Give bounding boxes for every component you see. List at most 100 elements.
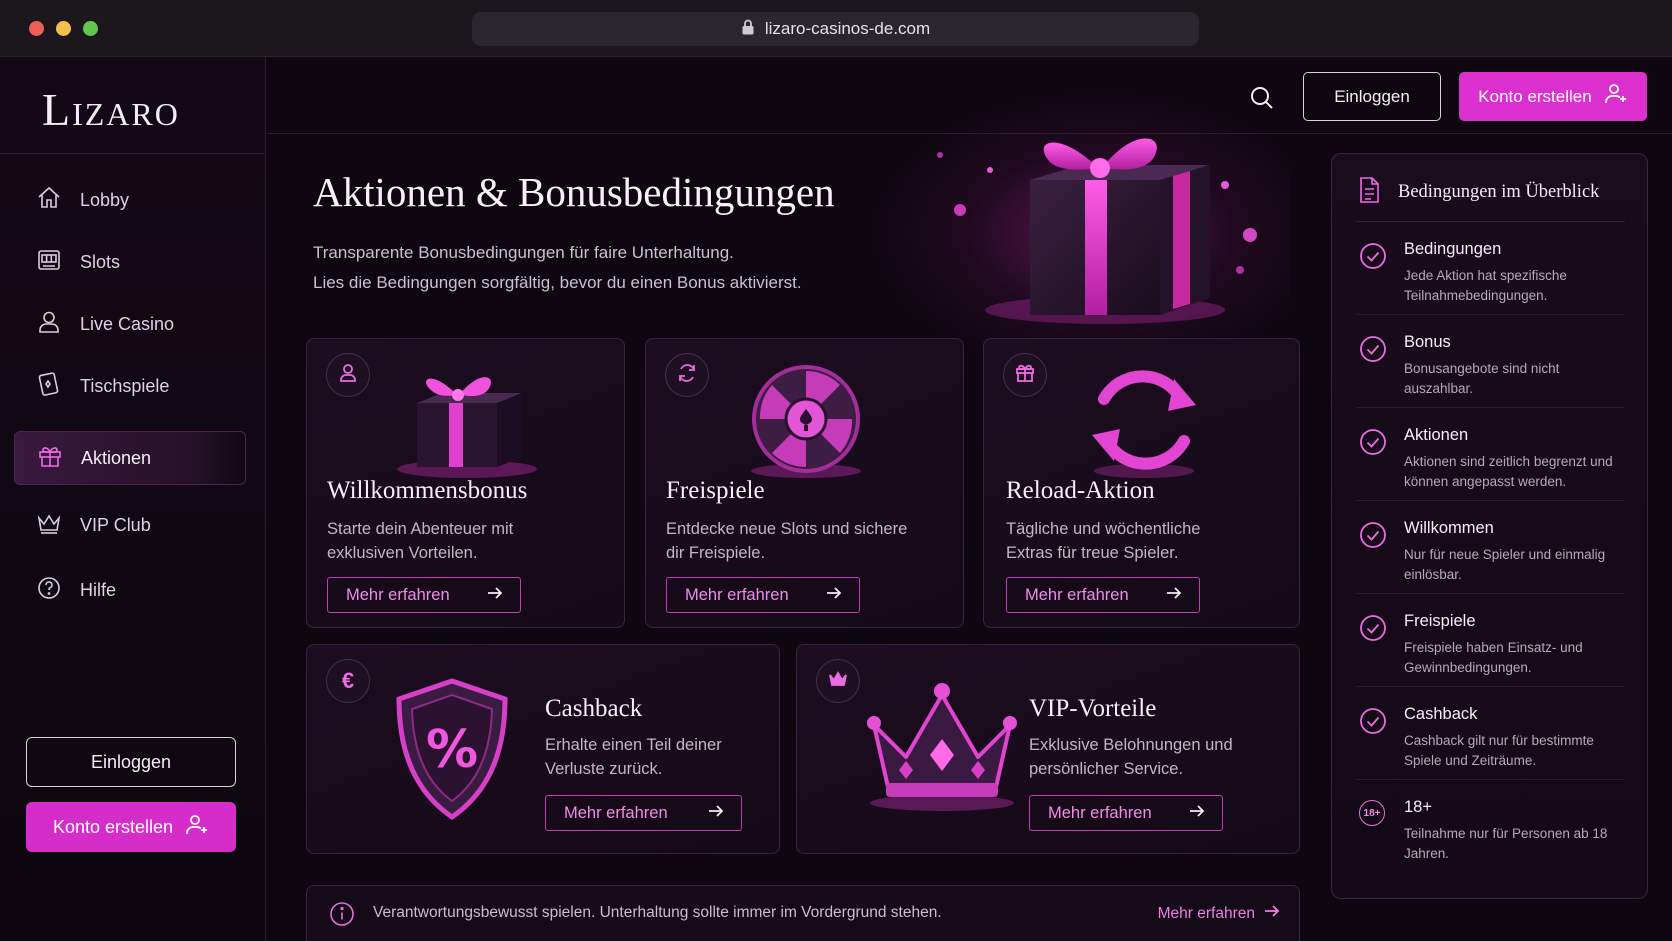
browser-toolbar: lizaro-casinos-de.com (0, 0, 1672, 57)
card-badge (326, 353, 370, 397)
button-label: Mehr erfahren (1025, 585, 1129, 604)
check-circle-icon (1359, 521, 1387, 549)
crown-illustration (867, 683, 1017, 811)
condition-item-age: 18+ 18+ Teilnahme nur für Personen ab 18… (1356, 780, 1625, 873)
gift-illustration (397, 377, 537, 478)
condition-title: Bonus (1404, 333, 1451, 351)
condition-title: Aktionen (1404, 426, 1469, 444)
condition-item-willkommen: Willkommen Nur für neue Spieler und einm… (1356, 501, 1625, 594)
text-line: Verluste zurück. (545, 760, 663, 778)
promo-card-reload-aktion: Reload-Aktion Tägliche und wöchentliche … (983, 338, 1300, 628)
card-more-button[interactable]: Mehr erfahren (1006, 577, 1200, 613)
shield-icon: % (396, 678, 508, 821)
condition-item-freispiele: Freispiele Freispiele haben Einsatz- und… (1356, 594, 1625, 687)
svg-text:%: % (426, 720, 478, 780)
sidebar-item-label: Aktionen (81, 447, 152, 468)
card-description: Starte dein Abenteuer mit exklusiven Vor… (327, 517, 513, 565)
arrow-right-icon (1165, 584, 1183, 607)
gift-icon (37, 443, 63, 474)
card-badge (1003, 353, 1047, 397)
home-icon (36, 185, 62, 216)
document-icon (1356, 176, 1382, 209)
sidebar: Lizaro Lobby Slots Live Casino Tischspie… (0, 57, 266, 941)
condition-text: Freispiele haben Einsatz- und Gewinnbedi… (1404, 640, 1583, 675)
sidebar-register-button[interactable]: Konto erstellen (26, 802, 236, 852)
sidebar-item-label: Slots (80, 251, 121, 272)
card-more-button[interactable]: Mehr erfahren (327, 577, 521, 613)
condition-text: Teilnahme nur für Personen ab 18 Jahren. (1404, 826, 1608, 861)
panel-title: Bedingungen im Überblick (1398, 182, 1600, 202)
promo-card-cashback: € % Cashback Erhalte einen Teil deiner V… (306, 644, 780, 854)
sidebar-item-tischspiele[interactable]: Tischspiele (14, 359, 246, 413)
condition-title: Freispiele (1404, 612, 1476, 630)
check-circle-icon (1359, 707, 1387, 735)
button-label: Einloggen (1334, 86, 1410, 106)
help-icon (36, 575, 62, 606)
subtitle-line: Transparente Bonusbedingungen für faire … (313, 243, 734, 262)
age-18-icon: 18+ (1359, 800, 1387, 828)
condition-item-cashback: Cashback Cashback gilt nur für bestimmte… (1356, 687, 1625, 780)
page-title: Aktionen & Bonusbedingungen (313, 169, 835, 215)
text-line: Tägliche und wöchentliche (1006, 520, 1201, 538)
maximize-window-button[interactable] (83, 21, 98, 36)
link-label: Mehr erfahren (1157, 904, 1255, 922)
sidebar-item-label: Lobby (80, 189, 130, 210)
user-icon (36, 309, 62, 340)
address-bar[interactable]: lizaro-casinos-de.com (472, 12, 1199, 46)
card-title: Reload-Aktion (1006, 477, 1155, 504)
text-line: Extras für treue Spieler. (1006, 544, 1179, 562)
responsible-gaming-notice: Verantwortungsbewusst spielen. Unterhalt… (306, 885, 1300, 941)
button-label: Mehr erfahren (1048, 803, 1152, 822)
check-circle-icon (1359, 335, 1387, 363)
text-line: Entdecke neue Slots und sichere (666, 520, 908, 538)
card-title: Freispiele (666, 477, 765, 504)
card-title: VIP-Vorteile (1029, 695, 1157, 722)
arrow-right-icon (1263, 902, 1281, 925)
arrow-right-icon (486, 584, 504, 607)
sidebar-item-slots[interactable]: Slots (14, 235, 246, 289)
button-label: Mehr erfahren (685, 585, 789, 604)
condition-item-bedingungen: Bedingungen Jede Aktion hat spezifische … (1356, 222, 1625, 315)
sidebar-item-label: Live Casino (80, 313, 175, 334)
card-description: Entdecke neue Slots und sichere dir Frei… (666, 517, 907, 565)
gift-icon (1014, 362, 1036, 389)
minimize-window-button[interactable] (56, 21, 71, 36)
header-register-button[interactable]: Konto erstellen (1459, 72, 1647, 121)
notice-more-link[interactable]: Mehr erfahren (1158, 902, 1281, 925)
header-login-button[interactable]: Einloggen (1303, 72, 1441, 121)
subtitle-line: Lies die Bedingungen sorgfältig, bevor d… (313, 273, 802, 292)
sidebar-item-label: VIP Club (80, 514, 151, 535)
promo-card-willkommensbonus: Willkommensbonus Starte dein Abenteuer m… (306, 338, 625, 628)
card-badge: € (326, 659, 370, 703)
logo[interactable]: Lizaro (42, 83, 180, 136)
card-badge (816, 659, 860, 703)
sidebar-item-hilfe[interactable]: Hilfe (14, 563, 246, 617)
sidebar-item-lobby[interactable]: Lobby (14, 173, 246, 227)
divider (0, 153, 266, 154)
check-circle-icon (1359, 242, 1387, 270)
card-more-button[interactable]: Mehr erfahren (1029, 795, 1223, 831)
card-more-button[interactable]: Mehr erfahren (545, 795, 742, 831)
info-icon (329, 901, 355, 927)
text-line: dir Freispiele. (666, 544, 766, 562)
close-window-button[interactable] (29, 21, 44, 36)
sidebar-item-vip-club[interactable]: VIP Club (14, 498, 246, 552)
condition-title: Cashback (1404, 705, 1478, 723)
arrow-right-icon (1188, 802, 1206, 825)
refresh-icon (676, 362, 698, 389)
card-badge (665, 353, 709, 397)
check-circle-icon (1359, 428, 1387, 456)
card-more-button[interactable]: Mehr erfahren (666, 577, 860, 613)
condition-item-bonus: Bonus Bonusangebote sind nicht auszahlba… (1356, 315, 1625, 408)
lock-icon (741, 19, 755, 40)
sidebar-login-button[interactable]: Einloggen (26, 737, 236, 787)
sidebar-item-aktionen[interactable]: Aktionen (14, 431, 246, 485)
sidebar-item-live-casino[interactable]: Live Casino (14, 297, 246, 351)
text-line: Starte dein Abenteuer mit (327, 520, 514, 538)
condition-text: Jede Aktion hat spezifische Teilnahmebed… (1404, 268, 1567, 303)
condition-title: Willkommen (1404, 519, 1494, 537)
text-line: Erhalte einen Teil deiner (545, 736, 722, 754)
condition-text: Nur für neue Spieler und einmalig einlös… (1404, 547, 1606, 582)
sidebar-item-label: Tischspiele (80, 375, 170, 396)
url-text: lizaro-casinos-de.com (764, 19, 931, 38)
